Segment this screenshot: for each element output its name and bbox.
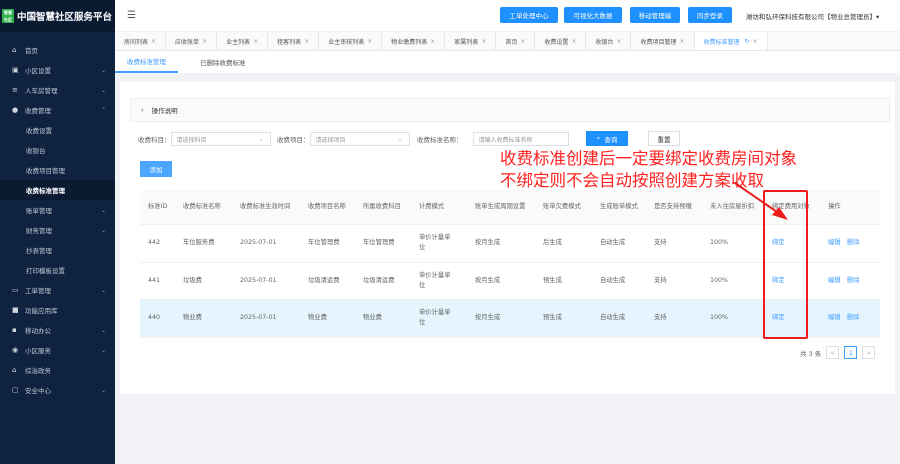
annotation-arrow-icon <box>734 182 788 220</box>
